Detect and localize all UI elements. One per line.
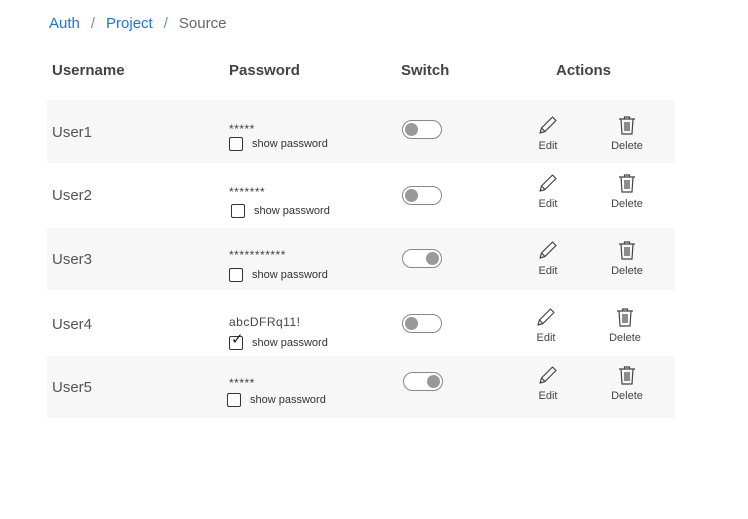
show-password-label: show password bbox=[250, 394, 326, 406]
show-password-control: show password bbox=[227, 393, 326, 407]
table-row: User5 ***** show password Edit Delete bbox=[47, 356, 675, 418]
delete-label: Delete bbox=[611, 390, 643, 402]
switch-knob bbox=[405, 189, 418, 202]
edit-button[interactable]: Edit bbox=[528, 172, 568, 210]
show-password-control: show password bbox=[229, 137, 328, 151]
trash-icon bbox=[619, 116, 635, 135]
checkmark-icon: ✓ bbox=[231, 331, 244, 348]
password-value: ***** bbox=[229, 122, 255, 136]
username-cell: User5 bbox=[52, 379, 93, 396]
show-password-control: ✓ show password bbox=[229, 332, 328, 350]
edit-label: Edit bbox=[538, 390, 558, 402]
username-cell: User4 bbox=[52, 316, 93, 333]
show-password-label: show password bbox=[254, 205, 330, 217]
table-row: User1 ***** show password Edit Delete bbox=[47, 100, 675, 163]
pencil-icon bbox=[537, 308, 555, 326]
show-password-label: show password bbox=[252, 138, 328, 150]
password-value: abcDFRq11! bbox=[229, 315, 301, 329]
edit-button[interactable]: Edit bbox=[526, 306, 566, 344]
table-row: User3 *********** show password Edit Del… bbox=[47, 228, 675, 290]
show-password-checkbox[interactable] bbox=[229, 268, 243, 282]
pencil-icon bbox=[539, 366, 557, 384]
pencil-icon bbox=[539, 116, 557, 134]
breadcrumb-separator: / bbox=[163, 15, 168, 32]
table-row: User4 abcDFRq11! ✓ show password Edit De… bbox=[47, 290, 675, 356]
column-header-switch: Switch bbox=[401, 62, 450, 79]
breadcrumb-current: Source bbox=[178, 15, 227, 32]
edit-button[interactable]: Edit bbox=[528, 239, 568, 277]
show-password-checkbox[interactable] bbox=[227, 393, 241, 407]
delete-label: Delete bbox=[609, 332, 641, 344]
trash-icon bbox=[617, 308, 633, 327]
edit-label: Edit bbox=[538, 140, 558, 152]
username-cell: User1 bbox=[52, 124, 93, 141]
switch-knob bbox=[427, 375, 440, 388]
delete-label: Delete bbox=[611, 198, 643, 210]
breadcrumb-link-auth[interactable]: Auth bbox=[49, 14, 80, 34]
switch-toggle[interactable] bbox=[402, 120, 442, 139]
table-row: User2 ******* show password Edit Delete bbox=[47, 163, 675, 228]
show-password-checkbox[interactable]: ✓ bbox=[229, 332, 244, 350]
trash-icon bbox=[619, 174, 635, 193]
show-password-label: show password bbox=[252, 269, 328, 281]
breadcrumb: Auth / Project / Source bbox=[49, 14, 226, 34]
trash-icon bbox=[619, 241, 635, 260]
delete-button[interactable]: Delete bbox=[607, 364, 647, 402]
switch-knob bbox=[426, 252, 439, 265]
switch-knob bbox=[405, 123, 418, 136]
switch-knob bbox=[405, 317, 418, 330]
breadcrumb-separator: / bbox=[90, 15, 96, 32]
column-header-actions: Actions bbox=[556, 62, 612, 79]
username-cell: User2 bbox=[52, 187, 93, 204]
password-value: *********** bbox=[229, 248, 286, 262]
switch-toggle[interactable] bbox=[402, 249, 442, 268]
switch-toggle[interactable] bbox=[402, 314, 442, 333]
pencil-icon bbox=[539, 241, 557, 259]
show-password-checkbox[interactable] bbox=[229, 137, 243, 151]
trash-icon bbox=[619, 366, 635, 385]
breadcrumb-link-project[interactable]: Project bbox=[106, 14, 153, 34]
edit-button[interactable]: Edit bbox=[528, 364, 568, 402]
delete-button[interactable]: Delete bbox=[605, 306, 645, 344]
delete-button[interactable]: Delete bbox=[607, 114, 647, 152]
delete-label: Delete bbox=[611, 140, 643, 152]
password-value: ******* bbox=[229, 185, 266, 199]
edit-label: Edit bbox=[538, 198, 558, 210]
show-password-checkbox[interactable] bbox=[231, 204, 245, 218]
delete-button[interactable]: Delete bbox=[607, 239, 647, 277]
switch-toggle[interactable] bbox=[403, 372, 443, 391]
show-password-label: show password bbox=[252, 337, 328, 349]
password-value: ***** bbox=[229, 376, 255, 390]
delete-label: Delete bbox=[611, 265, 643, 277]
switch-toggle[interactable] bbox=[402, 186, 442, 205]
edit-label: Edit bbox=[538, 265, 558, 277]
delete-button[interactable]: Delete bbox=[607, 172, 647, 210]
show-password-control: show password bbox=[231, 204, 330, 218]
column-header-username: Username bbox=[52, 62, 125, 79]
edit-button[interactable]: Edit bbox=[528, 114, 568, 152]
edit-label: Edit bbox=[536, 332, 556, 344]
show-password-control: show password bbox=[229, 268, 328, 282]
pencil-icon bbox=[539, 174, 557, 192]
column-header-password: Password bbox=[229, 62, 300, 79]
username-cell: User3 bbox=[52, 251, 93, 268]
